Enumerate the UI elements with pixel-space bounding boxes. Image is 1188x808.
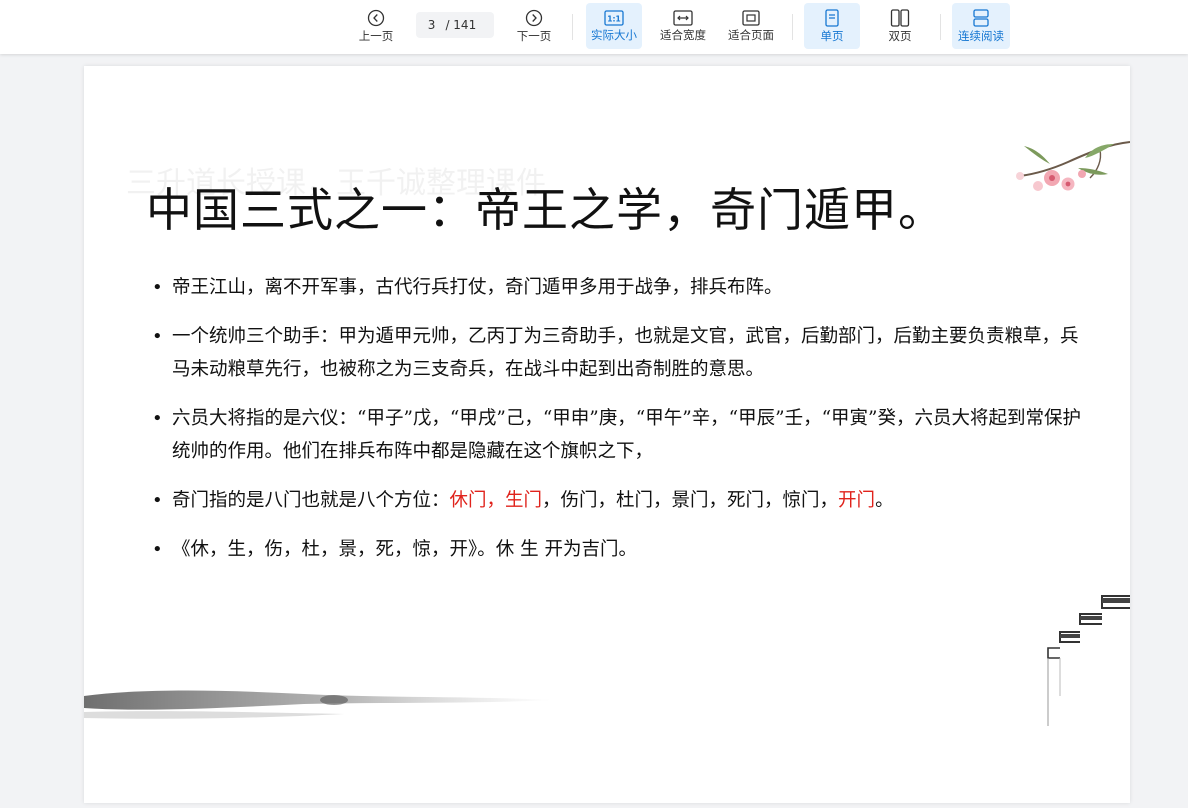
toolbar-divider	[940, 14, 941, 40]
actual-size-label: 实际大小	[591, 28, 637, 42]
ink-stairs-decoration	[1047, 595, 1130, 726]
ink-brush-stroke-decoration	[84, 690, 554, 719]
single-page-label: 单页	[820, 29, 844, 43]
bullet-text: 奇门指的是八门也就是八个方位：	[172, 490, 450, 511]
highlighted-gate-text: 开门	[838, 490, 876, 511]
slide-title: 中国三式之一：帝王之学，奇门遁甲。	[146, 183, 945, 237]
page-indicator[interactable]: 3 / 141	[416, 12, 494, 38]
reader-toolbar: 上一页 3 / 141 下一页 1:1 实际大小 适合宽度 适合页面 单页 双页…	[0, 0, 1188, 54]
fit-page-label: 适合页面	[728, 28, 774, 42]
continuous-reading-icon	[973, 9, 989, 27]
plum-blossom-decoration	[1016, 141, 1130, 191]
toolbar-divider	[792, 14, 793, 40]
list-item: 奇门指的是八门也就是八个方位：休门，生门，伤门，杜门，景门，死门，惊门，开门。	[152, 484, 1092, 517]
actual-size-icon: 1:1	[604, 10, 624, 26]
fit-width-button[interactable]: 适合宽度	[654, 3, 712, 49]
double-page-button[interactable]: 双页	[872, 3, 928, 49]
fit-page-icon	[742, 10, 760, 26]
next-page-label: 下一页	[516, 29, 552, 43]
actual-size-icon-text: 1:1	[607, 14, 620, 23]
list-item: 帝王江山，离不开军事，古代行兵打仗，奇门遁甲多用于战争，排兵布阵。	[152, 271, 1092, 304]
fit-width-icon	[673, 10, 693, 26]
continuous-reading-button[interactable]: 连续阅读	[952, 3, 1010, 49]
prev-page-label: 上一页	[358, 29, 394, 43]
total-pages: / 141	[445, 18, 477, 32]
bullet-text: 帝王江山，离不开军事，古代行兵打仗，奇门遁甲多用于战争，排兵布阵。	[172, 277, 783, 298]
continuous-reading-label: 连续阅读	[958, 29, 1004, 43]
highlighted-gates-text: 休门，生门	[449, 490, 543, 511]
bullet-text: 。	[875, 490, 894, 511]
bullet-text: ，伤门，杜门，景门，死门，惊门，	[542, 490, 839, 511]
bullet-text: 《休，生，伤，杜，景，死，惊，开》。休 生 开为吉门。	[172, 539, 638, 560]
current-page-input[interactable]: 3	[428, 18, 436, 32]
chevron-right-circle-icon	[525, 9, 543, 27]
document-page: 三升道长授课，王千诚整理课件 中国三式之一：帝王之学，奇门遁甲。 帝王江山，离不…	[84, 66, 1130, 803]
double-page-icon	[890, 9, 910, 27]
fit-page-button[interactable]: 适合页面	[722, 3, 780, 49]
actual-size-button[interactable]: 1:1 实际大小	[586, 3, 642, 49]
fit-width-label: 适合宽度	[660, 28, 706, 42]
toolbar-divider	[572, 14, 573, 40]
next-page-button[interactable]: 下一页	[510, 3, 558, 49]
list-item: 一个统帅三个助手：甲为遁甲元帅，乙丙丁为三奇助手，也就是文官，武官，后勤部门，后…	[152, 320, 1092, 386]
chevron-left-circle-icon	[367, 9, 385, 27]
double-page-label: 双页	[888, 29, 912, 43]
prev-page-button[interactable]: 上一页	[352, 3, 400, 49]
list-item: 《休，生，伤，杜，景，死，惊，开》。休 生 开为吉门。	[152, 533, 1092, 566]
list-item: 六员大将指的是六仪：“甲子”戊，“甲戌”己，“甲申”庚，“甲午”辛，“甲辰”壬，…	[152, 402, 1092, 468]
single-page-icon	[825, 9, 839, 27]
bullet-text: 一个统帅三个助手：甲为遁甲元帅，乙丙丁为三奇助手，也就是文官，武官，后勤部门，后…	[172, 326, 1079, 380]
single-page-button[interactable]: 单页	[804, 3, 860, 49]
bullet-list: 帝王江山，离不开军事，古代行兵打仗，奇门遁甲多用于战争，排兵布阵。 一个统帅三个…	[152, 271, 1092, 582]
bullet-text: 六员大将指的是六仪：“甲子”戊，“甲戌”己，“甲申”庚，“甲午”辛，“甲辰”壬，…	[172, 408, 1081, 462]
